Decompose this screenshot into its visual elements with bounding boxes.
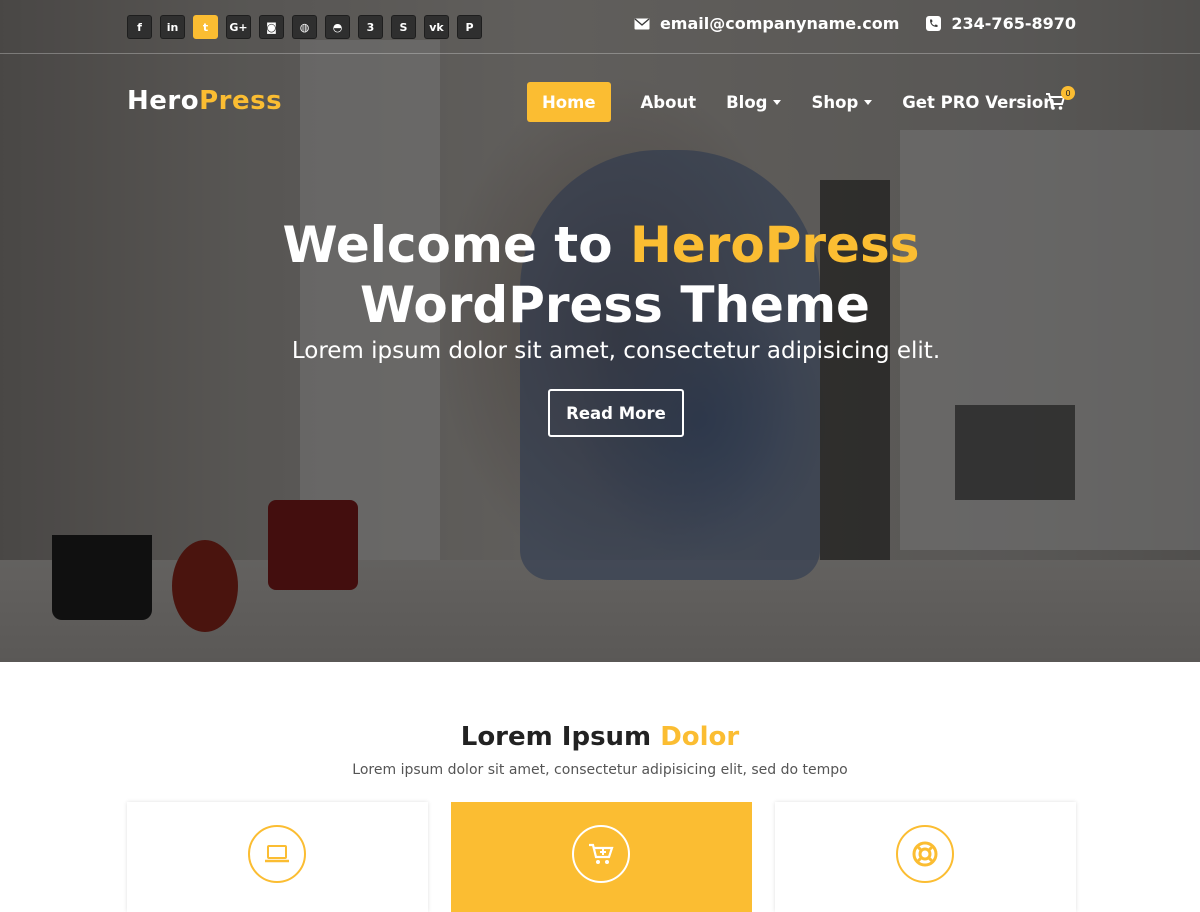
hero-title-line1: Welcome to HeroPress bbox=[0, 214, 1200, 276]
cart-count-badge: 0 bbox=[1061, 86, 1075, 100]
read-more-button[interactable]: Read More bbox=[548, 389, 684, 437]
facebook-icon[interactable]: f bbox=[127, 15, 152, 39]
chevron-down-icon bbox=[864, 99, 873, 105]
linkedin-icon[interactable]: in bbox=[160, 15, 185, 39]
section-title-main: Lorem Ipsum bbox=[460, 722, 661, 752]
nav-blog[interactable]: Blog bbox=[711, 82, 796, 122]
nav-get-pro[interactable]: Get PRO Version bbox=[887, 82, 1070, 122]
logo-part-press: Press bbox=[199, 86, 283, 116]
laptop-icon bbox=[248, 825, 306, 883]
main-nav: Home About Blog Shop Get PRO Version bbox=[527, 82, 1070, 122]
logo-part-hero: Hero bbox=[127, 86, 200, 116]
nav-home-label: Home bbox=[542, 92, 596, 112]
google-plus-icon[interactable]: G+ bbox=[226, 15, 251, 39]
nav-home[interactable]: Home bbox=[527, 82, 611, 122]
twitter-icon[interactable]: t bbox=[193, 15, 218, 39]
section-title: Lorem Ipsum Dolor bbox=[0, 722, 1200, 752]
section-subtitle: Lorem ipsum dolor sit amet, consectetur … bbox=[352, 762, 848, 778]
contact-info: email@companyname.com 234-765-8970 bbox=[634, 14, 1076, 33]
nav-shop-label: Shop bbox=[811, 92, 859, 112]
top-bar: f in t G+ ◙ ◍ ◓ 3 Svk P email@companyname.com 234… bbox=[0, 0, 1200, 54]
nav-blog-label: Blog bbox=[726, 92, 768, 112]
email-link[interactable]: email@companyname.com bbox=[660, 14, 899, 33]
vk-icon[interactable]: vk bbox=[424, 15, 449, 39]
life-ring-icon bbox=[896, 825, 954, 883]
feature-card-2[interactable] bbox=[451, 802, 752, 912]
phone-number[interactable]: 234-765-8970 bbox=[951, 14, 1076, 33]
feature-card-1[interactable] bbox=[127, 802, 428, 912]
nav-about-label: About bbox=[640, 92, 697, 112]
hero-title-line2: WordPress Theme bbox=[360, 276, 870, 334]
hero-title-prefix: Welcome to bbox=[282, 216, 630, 274]
skype-icon[interactable]: S bbox=[391, 15, 416, 39]
feature-card-3[interactable] bbox=[775, 802, 1076, 912]
instagram-icon[interactable]: ◙ bbox=[259, 15, 284, 39]
nav-about[interactable]: About bbox=[626, 82, 712, 122]
dribbble-icon[interactable]: ◍ bbox=[292, 15, 317, 39]
chevron-down-icon bbox=[773, 99, 782, 105]
site-logo[interactable]: HeroPress bbox=[127, 86, 282, 116]
envelope-icon bbox=[634, 16, 650, 32]
github-icon[interactable]: ◓ bbox=[325, 15, 350, 39]
hero-subtitle: Lorem ipsum dolor sit amet, consectetur … bbox=[291, 338, 941, 364]
hero-section: f in t G+ ◙ ◍ ◓ 3 Svk P email@companyname.com 234… bbox=[0, 0, 1200, 662]
phone-icon bbox=[925, 16, 941, 32]
css3-icon[interactable]: 3 bbox=[358, 15, 383, 39]
hero-title-highlight: HeroPress bbox=[629, 216, 920, 274]
nav-shop[interactable]: Shop bbox=[796, 82, 887, 122]
pinterest-icon[interactable]: P bbox=[457, 15, 482, 39]
cart-plus-icon bbox=[572, 825, 630, 883]
section-title-highlight: Dolor bbox=[660, 722, 740, 752]
social-links: f in t G+ ◙ ◍ ◓ 3 Svk P bbox=[127, 15, 482, 39]
nav-pro-label: Get PRO Version bbox=[902, 92, 1055, 112]
